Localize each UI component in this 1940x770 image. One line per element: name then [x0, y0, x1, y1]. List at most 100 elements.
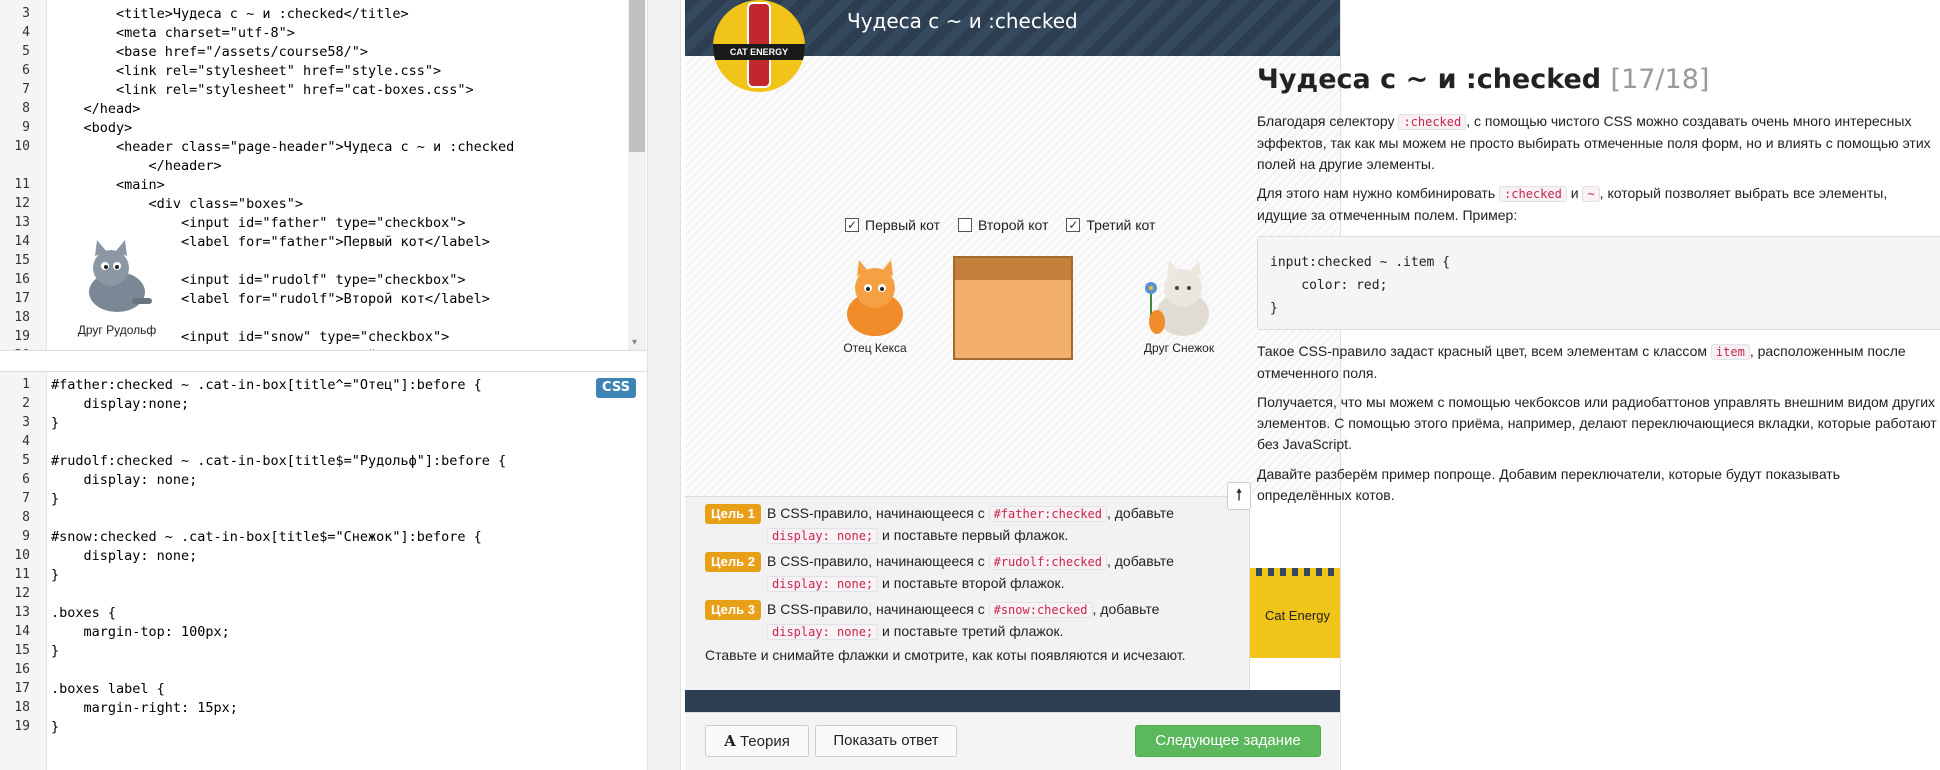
code-line[interactable]: }: [51, 719, 59, 735]
theory-title-text: Чудеса с ~ и :checked: [1257, 64, 1602, 95]
goal-3: Цель 3 В CSS-правило, начинающееся с #sno…: [705, 599, 1235, 643]
code-line[interactable]: display: none;: [51, 472, 198, 488]
cat-rudolf: Друг Рудольф: [72, 240, 162, 337]
goal-text: и поставьте третий флажок.: [882, 623, 1064, 639]
goal-text: и поставьте второй флажок.: [882, 575, 1065, 591]
goal-code: display: none;: [767, 576, 879, 592]
cat-father-label: Отец Кекса: [843, 341, 907, 355]
theory-paragraph: Давайте разберём пример попроще. Добавим…: [1257, 466, 1841, 503]
panel-splitter[interactable]: [647, 0, 681, 770]
workspace: 3 <title>Чудеса с ~ и :checked</title> 4 …: [0, 0, 1940, 770]
theory-icon[interactable]: A: [724, 732, 736, 750]
code-line[interactable]: margin-right: 15px;: [51, 700, 238, 716]
code-line[interactable]: #snow:checked ~ .cat-in-box[title$="Снеж…: [51, 529, 482, 545]
css-editor[interactable]: 1 #father:checked ~ .cat-in-box[title^="О…: [0, 372, 647, 770]
cat-box: [953, 256, 1073, 360]
checkbox[interactable]: [958, 218, 973, 232]
code-line[interactable]: <header class="page-header">Чудеса с ~ и…: [51, 139, 514, 155]
arrow-up-icon[interactable]: 🠕: [1236, 487, 1243, 504]
code-line[interactable]: #father:checked ~ .cat-in-box[title^="От…: [51, 377, 482, 393]
checkbox-third-cat[interactable]: ✓ Третий кот: [1066, 217, 1155, 233]
cat-checkboxes: ✓ Первый кот Второй кот ✓ Третий кот: [845, 217, 1173, 233]
inline-code: item: [1710, 344, 1750, 360]
code-line[interactable]: <div class="boxes">: [51, 196, 303, 212]
line-number: 15: [14, 253, 30, 268]
checkbox-first-cat[interactable]: ✓ Первый кот: [845, 217, 940, 233]
line-number: 17: [14, 681, 30, 696]
line-number: 2: [22, 396, 30, 411]
line-number: 11: [14, 177, 30, 192]
code-line[interactable]: <base href="/assets/course58/">: [51, 44, 368, 60]
theory-paragraph: Благодаря селектору :checked, с помощью …: [1257, 111, 1937, 175]
code-line[interactable]: .boxes {: [51, 605, 116, 621]
next-task-button[interactable]: Следующее задание: [1135, 725, 1321, 757]
code-line: }: [1270, 301, 1278, 316]
code-line[interactable]: }: [51, 415, 59, 431]
line-number: 10: [14, 548, 30, 563]
code-line[interactable]: display:none;: [51, 396, 190, 412]
line-number: 5: [22, 453, 30, 468]
code-line[interactable]: #rudolf:checked ~ .cat-in-box[title$="Ру…: [51, 453, 506, 469]
line-number: 18: [14, 700, 30, 715]
theory-button[interactable]: A Теория: [705, 725, 809, 757]
checkbox[interactable]: ✓: [845, 218, 859, 232]
text: Такое CSS-правило задаст красный цвет, в…: [1257, 343, 1708, 359]
goal-badge: Цель 3: [705, 600, 761, 620]
code-line[interactable]: }: [51, 491, 59, 507]
goal-code: #snow:checked: [988, 602, 1093, 618]
cat-snow: Друг Снежок: [1129, 258, 1229, 355]
code-line[interactable]: margin-top: 100px;: [51, 624, 230, 640]
scrollbar-thumb[interactable]: [629, 0, 645, 152]
line-number: 9: [22, 529, 30, 544]
code-line[interactable]: <input id="father" type="checkbox">: [51, 215, 465, 231]
line-number: 1: [22, 377, 30, 392]
line-number: 3: [22, 6, 30, 21]
button-label[interactable]: Теория: [740, 733, 790, 750]
html-editor[interactable]: 3 <title>Чудеса с ~ и :checked</title> 4 …: [0, 0, 647, 350]
checkbox-label[interactable]: Первый кот: [865, 217, 940, 233]
cat-rudolf-icon: [89, 240, 152, 312]
line-number: 14: [14, 624, 30, 639]
code-line[interactable]: <body>: [51, 120, 133, 136]
line-number: 13: [14, 215, 30, 230]
show-answer-button[interactable]: Показать ответ: [815, 725, 957, 757]
html-editor-scrollbar[interactable]: ▾: [628, 0, 646, 350]
code-line[interactable]: .boxes label {: [51, 681, 165, 697]
collapse-goals-button[interactable]: 🠕: [1227, 482, 1251, 510]
code-line[interactable]: }: [51, 643, 59, 659]
chevron-down-icon[interactable]: ▾: [632, 337, 637, 348]
code-line[interactable]: <link rel="stylesheet" href="style.css">: [51, 63, 441, 79]
goal-text: , добавьте: [1106, 505, 1174, 521]
checkbox[interactable]: ✓: [1066, 218, 1081, 232]
theory-paragraph: Такое CSS-правило задаст красный цвет, в…: [1257, 341, 1937, 384]
text: Благодаря селектору: [1257, 113, 1395, 129]
code-line[interactable]: <title>Чудеса с ~ и :checked</title>: [51, 6, 409, 22]
code-line[interactable]: </header>: [51, 158, 222, 174]
code-line[interactable]: }: [51, 567, 59, 583]
goal-code: display: none;: [767, 528, 879, 544]
cat-father: Отец Кекса: [825, 258, 925, 355]
line-number: 7: [22, 491, 30, 506]
code-line[interactable]: </head>: [51, 101, 141, 117]
checkbox-label[interactable]: Второй кот: [978, 217, 1048, 233]
task-counter: [17/18]: [1610, 64, 1710, 95]
checkbox-label[interactable]: Третий кот: [1086, 217, 1155, 233]
code-line[interactable]: <link rel="stylesheet" href="cat-boxes.c…: [51, 82, 474, 98]
theory-code-example: input:checked ~ .item { color: red;}: [1257, 236, 1940, 330]
goal-1: Цель 1 В CSS-правило, начинающееся с #fat…: [705, 503, 1235, 547]
goal-badge: Цель 1: [705, 504, 761, 524]
line-number: 16: [14, 662, 30, 677]
goal-code: display: none;: [767, 624, 879, 640]
action-bar: A Теория Показать ответ Следующее задани…: [685, 712, 1340, 770]
line-number: 4: [22, 25, 30, 40]
checkbox-second-cat[interactable]: Второй кот: [958, 217, 1048, 233]
code-line: color: red;: [1270, 278, 1388, 293]
theory-panel: Чудеса с ~ и :checked [17/18] Благодаря …: [1257, 0, 1940, 770]
preview-page-title: Чудеса с ~ и :checked: [847, 9, 1078, 33]
code-line[interactable]: display: none;: [51, 548, 198, 564]
code-line[interactable]: <main>: [51, 177, 165, 193]
cat-father-icon: [847, 260, 903, 336]
editor-divider[interactable]: [0, 350, 647, 372]
code-line[interactable]: <meta charset="utf-8">: [51, 25, 295, 41]
footer-brand-text: Cat Energy: [1264, 608, 1330, 623]
